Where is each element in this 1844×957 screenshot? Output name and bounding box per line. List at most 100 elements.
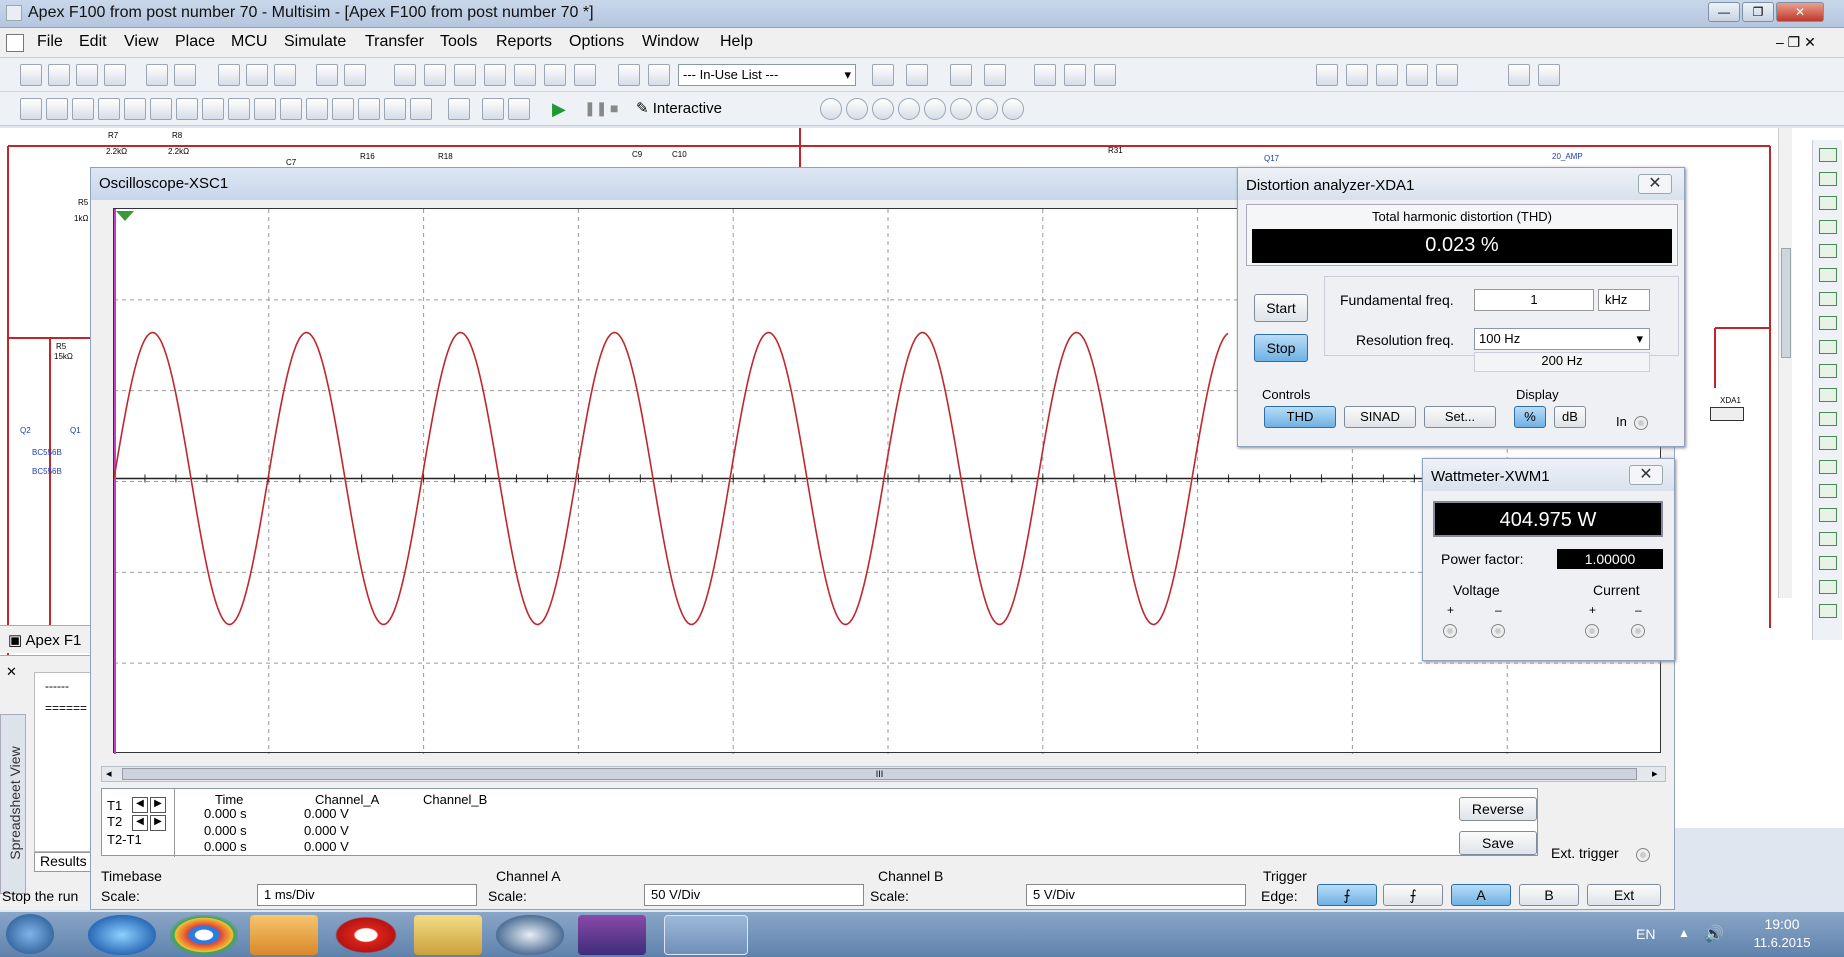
print-icon[interactable] — [146, 64, 168, 86]
t1-right-arrow[interactable]: ▶ — [150, 797, 166, 813]
mixed-icon[interactable] — [254, 98, 276, 120]
edge-falling-button[interactable]: ⨍ — [1383, 884, 1443, 906]
fullscreen-icon[interactable] — [394, 64, 416, 86]
voltage-plus-terminal[interactable] — [1443, 624, 1457, 638]
indicator-icon[interactable] — [280, 98, 302, 120]
rf-icon[interactable] — [332, 98, 354, 120]
probe-diff-icon[interactable] — [924, 98, 946, 120]
close-button[interactable]: ✕ — [1776, 2, 1824, 22]
multimeter-icon[interactable] — [1819, 148, 1837, 162]
channel-a-scale-field[interactable]: 50 V/Div — [644, 884, 864, 906]
grid-icon[interactable] — [424, 64, 446, 86]
menu-reports[interactable]: Reports — [496, 33, 552, 51]
wm-title-bar[interactable]: Wattmeter-XWM1 ✕ — [1423, 459, 1674, 491]
connector-icon[interactable] — [410, 98, 432, 120]
advanced-peripherals-icon[interactable] — [228, 98, 250, 120]
four-channel-oscilloscope-icon[interactable] — [1819, 244, 1837, 258]
menu-tools[interactable]: Tools — [440, 33, 477, 51]
db-button[interactable]: dB — [1554, 406, 1586, 428]
menu-help[interactable]: Help — [720, 33, 753, 51]
align-icon[interactable] — [1508, 64, 1530, 86]
agilent-generator-icon[interactable] — [1819, 484, 1837, 498]
save-button[interactable]: Save — [1459, 831, 1537, 855]
save-icon[interactable] — [104, 64, 126, 86]
component-wizard-icon[interactable] — [618, 64, 640, 86]
spreadsheet-view-tab[interactable]: Spreadsheet View — [0, 714, 26, 894]
labview-icon[interactable] — [1819, 580, 1837, 594]
logic-analyzer-icon[interactable] — [1819, 364, 1837, 378]
in-use-list-select[interactable]: --- In-Use List --- ▾ — [678, 64, 856, 86]
opera-icon[interactable] — [332, 915, 400, 955]
oscilloscope-icon[interactable] — [1819, 220, 1837, 234]
distribute-icon[interactable] — [1538, 64, 1560, 86]
probe-icon[interactable] — [820, 98, 842, 120]
menu-mcu[interactable]: MCU — [231, 33, 267, 51]
menu-options[interactable]: Options — [569, 33, 624, 51]
spreadsheet-icon[interactable] — [454, 64, 476, 86]
forward-annotate-icon[interactable] — [984, 64, 1006, 86]
language-indicator[interactable]: EN — [1636, 926, 1655, 942]
current-minus-terminal[interactable] — [1631, 624, 1645, 638]
scroll-left-icon[interactable]: ◂ — [106, 767, 112, 780]
hierarchical-block-icon[interactable] — [448, 98, 470, 120]
postprocessor-icon[interactable] — [544, 64, 566, 86]
basic-icon[interactable] — [46, 98, 68, 120]
copy-icon[interactable] — [246, 64, 268, 86]
source-icon[interactable] — [20, 98, 42, 120]
diode-icon[interactable] — [72, 98, 94, 120]
screen-scrollbar[interactable]: ◂ III ▸ — [101, 766, 1666, 782]
ie-icon[interactable] — [88, 915, 156, 955]
open-sample-icon[interactable] — [76, 64, 98, 86]
find-icon[interactable] — [1034, 64, 1056, 86]
erc-icon[interactable] — [872, 64, 894, 86]
app-icon-1[interactable] — [496, 915, 564, 955]
menu-edit[interactable]: Edit — [79, 33, 107, 51]
grapher-icon[interactable] — [514, 64, 536, 86]
menu-place[interactable]: Place — [175, 33, 215, 51]
new-icon[interactable] — [20, 64, 42, 86]
frequency-counter-icon[interactable] — [1819, 292, 1837, 306]
mcu-icon[interactable] — [202, 98, 224, 120]
open-icon[interactable] — [48, 64, 70, 86]
print-preview-icon[interactable] — [174, 64, 196, 86]
database-icon[interactable] — [484, 64, 506, 86]
probe-current-icon[interactable] — [872, 98, 894, 120]
paste-icon[interactable] — [274, 64, 296, 86]
zoom-fullscreen-icon[interactable] — [1436, 64, 1458, 86]
pause-icon[interactable]: ❚❚ — [584, 100, 607, 117]
scroll-right-icon[interactable]: ▸ — [1652, 767, 1658, 780]
tray-expand-icon[interactable]: ▲ — [1678, 926, 1690, 940]
zoom-out-icon[interactable] — [1346, 64, 1368, 86]
undo-icon[interactable] — [316, 64, 338, 86]
zoom-in-icon[interactable] — [1316, 64, 1338, 86]
stop-button[interactable]: Stop — [1254, 334, 1308, 362]
t2-left-arrow[interactable]: ◀ — [132, 815, 148, 831]
fundamental-input[interactable]: 1 — [1474, 289, 1594, 311]
probe-digital-icon[interactable] — [976, 98, 998, 120]
stop-sim-icon[interactable]: ■ — [610, 100, 618, 116]
minimize-button[interactable]: — — [1708, 2, 1740, 22]
clock-date[interactable]: 11.6.2015 — [1746, 935, 1818, 950]
ni-icon[interactable] — [384, 98, 406, 120]
winrar-icon[interactable] — [578, 915, 646, 955]
explorer-icon[interactable] — [414, 915, 482, 955]
run-icon[interactable]: ▶ — [552, 99, 566, 120]
timebase-scale-field[interactable]: 1 ms/Div — [257, 884, 477, 906]
media-player-icon[interactable] — [250, 915, 318, 955]
percent-button[interactable]: % — [1514, 406, 1546, 428]
t1-left-arrow[interactable]: ◀ — [132, 797, 148, 813]
chrome-icon[interactable] — [170, 915, 238, 955]
help-icon[interactable] — [1094, 64, 1116, 86]
transistor-icon[interactable] — [98, 98, 120, 120]
wire-icon[interactable] — [508, 98, 530, 120]
electromechanical-icon[interactable] — [358, 98, 380, 120]
reverse-button[interactable]: Reverse — [1459, 797, 1537, 821]
wm-close-button[interactable]: ✕ — [1629, 465, 1663, 485]
redo-icon[interactable] — [344, 64, 366, 86]
current-probe-icon[interactable] — [1819, 604, 1837, 618]
vertical-scrollbar[interactable] — [1778, 128, 1792, 598]
menu-view[interactable]: View — [124, 33, 158, 51]
bus-icon[interactable] — [482, 98, 504, 120]
cut-icon[interactable] — [218, 64, 240, 86]
trigger-source-ext-button[interactable]: Ext — [1587, 884, 1661, 906]
